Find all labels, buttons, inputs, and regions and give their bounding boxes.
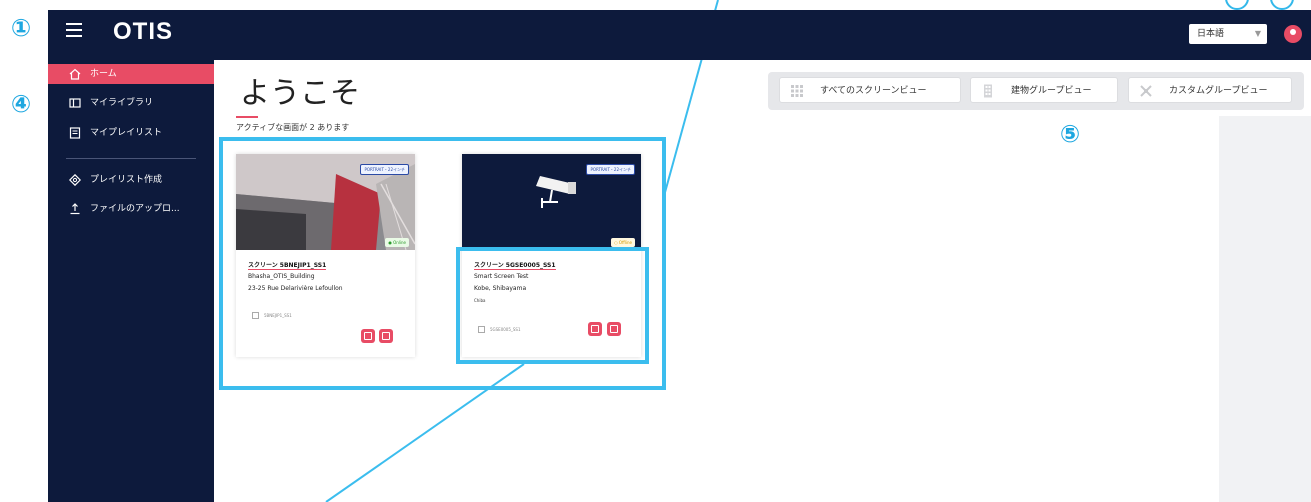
callout-4: ④ <box>6 90 36 120</box>
sidebar-item-label: マイライブラリ <box>90 98 154 108</box>
calendar-icon <box>252 312 259 319</box>
sidebar-item-my-playlist[interactable]: マイプレイリスト <box>48 123 214 143</box>
tab-label: カスタムグループビュー <box>1169 86 1268 96</box>
page-title: ようこそ <box>240 76 360 111</box>
home-icon <box>69 68 81 80</box>
tab-all-screen-view[interactable]: すべてのスクリーンビュー <box>779 77 961 103</box>
display-badge: PORTRAIT・22インチ <box>586 164 635 175</box>
grid-icon <box>791 85 803 97</box>
sidebar-item-label: ホーム <box>90 69 117 79</box>
title-underline <box>236 116 258 118</box>
tab-building-group-view[interactable]: 建物グループビュー <box>970 77 1118 103</box>
sidebar-item-home[interactable]: ホーム <box>48 64 214 84</box>
card-details-highlight-frame <box>456 247 649 364</box>
otis-logo: OTIS <box>113 18 174 45</box>
language-select[interactable]: 日本語 ▼ <box>1189 24 1267 44</box>
status-badge: ● Online <box>385 238 409 247</box>
custom-group-icon <box>1140 85 1152 97</box>
display-badge: PORTRAIT・22インチ <box>360 164 409 175</box>
tab-label: すべてのスクリーンビュー <box>820 86 927 96</box>
screen-id: 5BNEJIP1_SS1 <box>264 313 292 318</box>
top-header-bar <box>48 10 1311 60</box>
language-label: 日本語 <box>1197 29 1225 39</box>
building-name: Bhasha_OTIS_Building <box>248 273 315 280</box>
settings-button[interactable] <box>379 329 393 343</box>
status-badge: ○ Offline <box>611 238 635 247</box>
screen-name: スクリーン 5BNEJIP1_SS1 <box>248 262 327 270</box>
sidebar-item-label: ファイルのアップロ... <box>90 204 180 214</box>
hamburger-menu-icon[interactable] <box>66 23 82 37</box>
callout-1: ① <box>6 14 36 44</box>
sidebar-item-create-playlist[interactable]: プレイリスト作成 <box>48 170 214 190</box>
library-icon <box>69 98 81 108</box>
sidebar-item-label: マイプレイリスト <box>90 128 163 138</box>
sidebar-item-label: プレイリスト作成 <box>90 175 163 185</box>
sidebar-divider <box>66 158 196 159</box>
upload-icon <box>70 203 80 215</box>
tab-custom-group-view[interactable]: カスタムグループビュー <box>1128 77 1292 103</box>
chevron-down-icon: ▼ <box>1254 29 1261 38</box>
right-panel <box>1219 116 1311 502</box>
create-playlist-icon <box>69 174 81 186</box>
sidebar-item-my-library[interactable]: マイライブラリ <box>48 93 214 113</box>
active-screens-count: アクティブな画面が 2 あります <box>236 123 350 132</box>
playlist-icon <box>69 127 81 139</box>
tab-label: 建物グループビュー <box>1011 86 1092 96</box>
user-avatar[interactable] <box>1284 25 1302 43</box>
address: 23-25 Rue Delarivière Lefoullon <box>248 285 343 292</box>
screen-card[interactable]: PORTRAIT・22インチ ● Online スクリーン 5BNEJIP1_S… <box>236 154 415 357</box>
building-icon <box>984 84 992 98</box>
callout-5: ⑤ <box>1055 120 1085 150</box>
sidebar-item-upload-file[interactable]: ファイルのアップロ... <box>48 199 214 219</box>
calendar-button[interactable] <box>361 329 375 343</box>
